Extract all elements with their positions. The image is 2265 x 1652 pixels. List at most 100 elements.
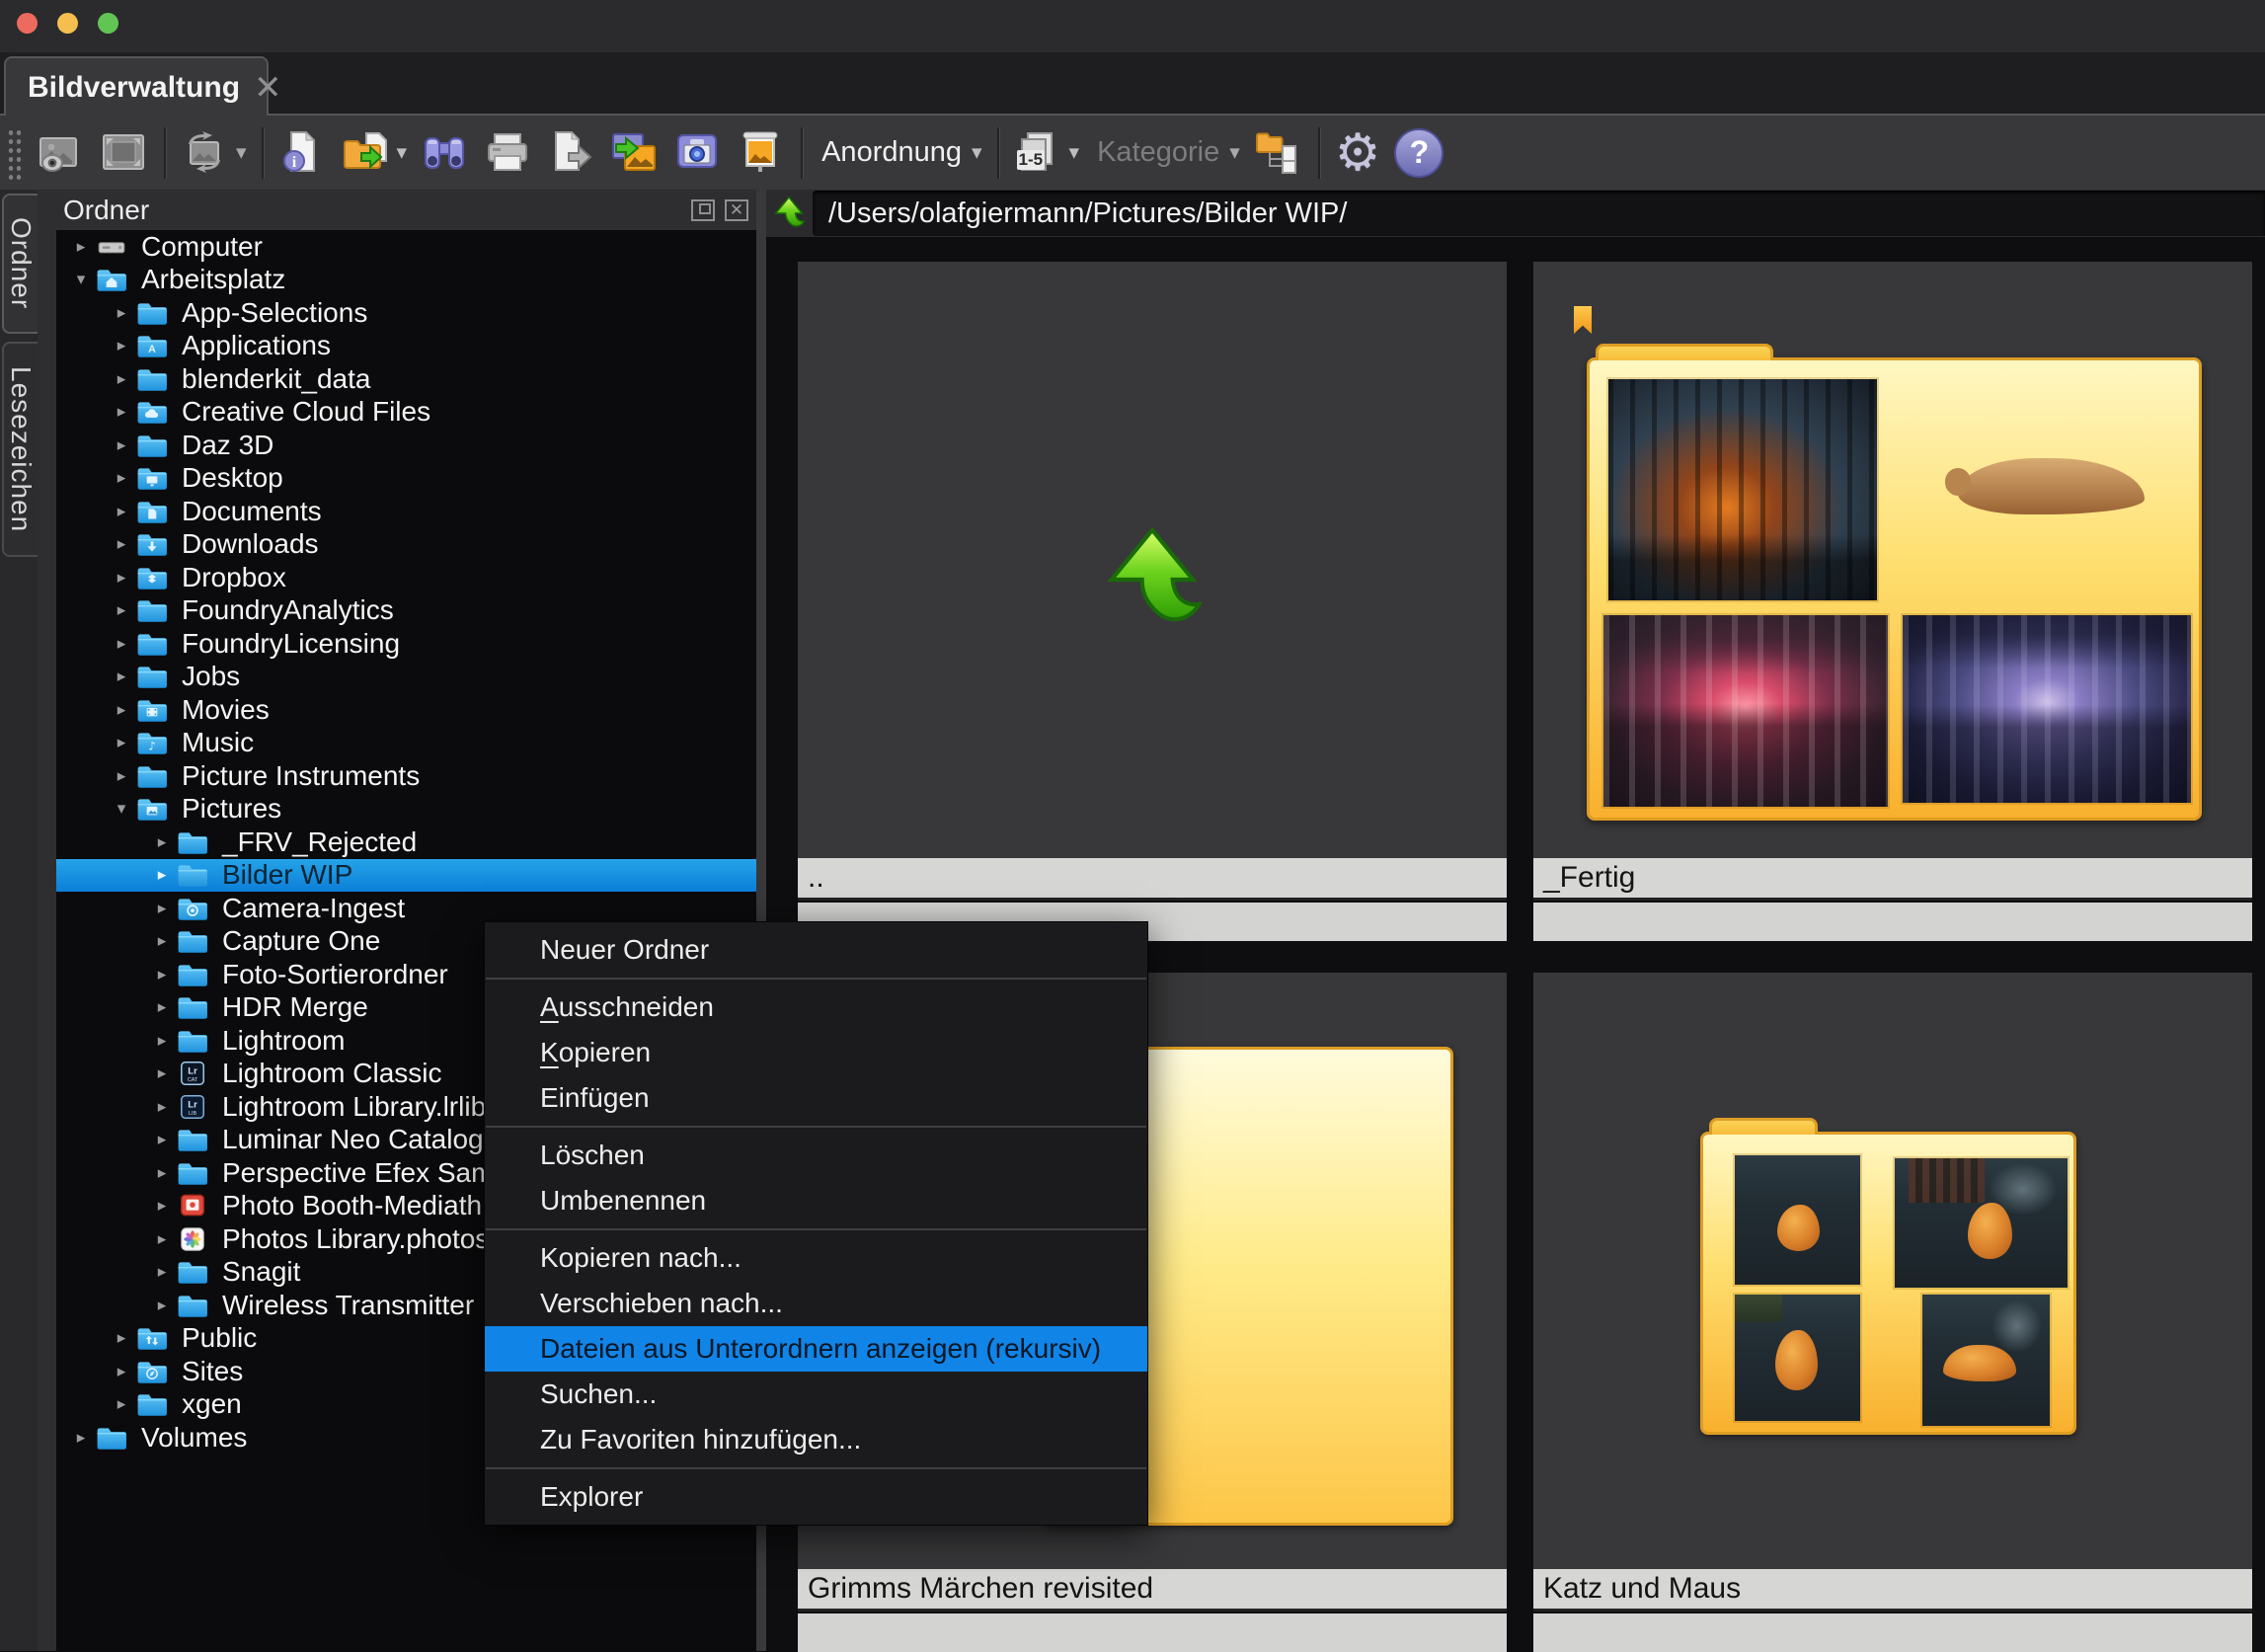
tree-item-computer[interactable]: ▸Computer: [56, 230, 756, 264]
tree-item-desktop[interactable]: ▸ Desktop: [56, 462, 756, 496]
parent-folder-thumb[interactable]: [798, 262, 1507, 858]
expand-arrow-icon[interactable]: ▸: [147, 1196, 177, 1216]
menu-item-löschen[interactable]: Löschen: [485, 1133, 1147, 1178]
expand-arrow-icon[interactable]: ▸: [107, 336, 136, 355]
panel-float-icon[interactable]: [691, 199, 715, 221]
folder-katz-thumb[interactable]: [1533, 973, 2252, 1569]
expand-arrow-icon[interactable]: ▸: [107, 435, 136, 455]
expand-arrow-icon[interactable]: ▸: [147, 865, 177, 885]
tree-item-documents[interactable]: ▸ Documents: [56, 495, 756, 528]
expand-arrow-icon[interactable]: ▸: [107, 303, 136, 323]
tab-close-icon[interactable]: ✕: [254, 71, 282, 105]
expand-arrow-icon[interactable]: ▸: [147, 1229, 177, 1249]
menu-item-kopieren[interactable]: Kopieren: [485, 1030, 1147, 1075]
expand-arrow-icon[interactable]: ▸: [147, 832, 177, 852]
expand-arrow-icon[interactable]: ▸: [107, 568, 136, 588]
menu-item-zu-favoriten-hinzufügen[interactable]: Zu Favoriten hinzufügen...: [485, 1417, 1147, 1462]
tab-bildverwaltung[interactable]: Bildverwaltung ✕: [4, 56, 269, 118]
open-folder-button[interactable]: ▾: [335, 122, 415, 184]
expand-arrow-icon[interactable]: ▸: [107, 534, 136, 554]
anordnung-dropdown[interactable]: Anordnung▾: [811, 122, 988, 184]
expand-arrow-icon[interactable]: ▸: [107, 600, 136, 620]
tree-item-bilder-wip[interactable]: ▸ Bilder WIP: [56, 859, 756, 893]
sidebar-tab-ordner[interactable]: Ordner: [2, 194, 38, 334]
expand-arrow-icon[interactable]: ▸: [147, 1031, 177, 1051]
expand-arrow-icon[interactable]: ▸: [147, 1063, 177, 1083]
sidebar-tab-lesezeichen[interactable]: Lesezeichen: [2, 342, 38, 557]
traffic-light-zoom[interactable]: [98, 13, 118, 34]
expand-arrow-icon[interactable]: ▸: [107, 733, 136, 752]
traffic-light-minimize[interactable]: [57, 13, 78, 34]
subfolder-files-button[interactable]: [1247, 122, 1310, 184]
camera-acquire-button[interactable]: [666, 122, 730, 184]
expand-arrow-icon[interactable]: ▸: [147, 1130, 177, 1149]
expand-arrow-icon[interactable]: ▸: [107, 1362, 136, 1381]
tree-item-downloads[interactable]: ▸ Downloads: [56, 528, 756, 562]
menu-item-dateien-aus-unterordnern-anzeigen-rekursiv[interactable]: Dateien aus Unterordnern anzeigen (rekur…: [485, 1326, 1147, 1372]
menu-item-kopieren-nach[interactable]: Kopieren nach...: [485, 1235, 1147, 1281]
tree-item--frv-rejected[interactable]: ▸ _FRV_Rejected: [56, 826, 756, 859]
tree-item-foundryanalytics[interactable]: ▸ FoundryAnalytics: [56, 594, 756, 628]
collapse-arrow-icon[interactable]: ▾: [66, 270, 96, 289]
tree-item-pictures[interactable]: ▾ Pictures: [56, 793, 756, 826]
tree-item-picture-instruments[interactable]: ▸ Picture Instruments: [56, 759, 756, 793]
export-file-button[interactable]: [540, 122, 603, 184]
expand-arrow-icon[interactable]: ▸: [147, 1097, 177, 1117]
menu-item-ausschneiden[interactable]: Ausschneiden: [485, 984, 1147, 1030]
traffic-light-close[interactable]: [17, 13, 38, 34]
fullscreen-button[interactable]: [93, 122, 156, 184]
expand-arrow-icon[interactable]: ▸: [107, 468, 136, 488]
go-up-button[interactable]: [769, 194, 809, 233]
expand-arrow-icon[interactable]: ▸: [107, 667, 136, 686]
tree-item-applications[interactable]: ▸ AApplications: [56, 330, 756, 363]
tree-item-daz-3d[interactable]: ▸ Daz 3D: [56, 429, 756, 462]
panel-close-icon[interactable]: ✕: [725, 199, 748, 221]
menu-item-suchen[interactable]: Suchen...: [485, 1372, 1147, 1417]
tree-item-dropbox[interactable]: ▸ Dropbox: [56, 561, 756, 594]
expand-arrow-icon[interactable]: ▸: [107, 766, 136, 786]
menu-item-verschieben-nach[interactable]: Verschieben nach...: [485, 1281, 1147, 1326]
expand-arrow-icon[interactable]: ▸: [107, 700, 136, 720]
folder-fertig-thumb[interactable]: [1533, 262, 2252, 858]
expand-arrow-icon[interactable]: ▸: [66, 237, 96, 257]
tree-item-app-selections[interactable]: ▸ App-Selections: [56, 296, 756, 330]
tile-folder-fertig[interactable]: _Fertig: [1533, 262, 2252, 941]
collapse-arrow-icon[interactable]: ▾: [107, 799, 136, 819]
kategorie-dropdown[interactable]: Kategorie▾: [1086, 122, 1247, 184]
tile-folder-katz-und-maus[interactable]: Katz und Maus: [1533, 973, 2252, 1651]
expand-arrow-icon[interactable]: ▸: [107, 502, 136, 521]
expand-arrow-icon[interactable]: ▸: [147, 965, 177, 984]
rating-filter-button[interactable]: 1-5▾: [1007, 122, 1087, 184]
expand-arrow-icon[interactable]: ▸: [107, 634, 136, 654]
expand-arrow-icon[interactable]: ▸: [107, 369, 136, 389]
rotate-convert-button[interactable]: ▾: [174, 122, 254, 184]
tree-item-blenderkit-data[interactable]: ▸ blenderkit_data: [56, 362, 756, 396]
tile-parent-folder[interactable]: ..: [798, 262, 1507, 941]
batch-convert-button[interactable]: [603, 122, 666, 184]
expand-arrow-icon[interactable]: ▸: [147, 1163, 177, 1183]
window-titlebar[interactable]: [0, 0, 2265, 52]
expand-arrow-icon[interactable]: ▸: [147, 997, 177, 1017]
view-image-button[interactable]: [30, 122, 93, 184]
menu-item-explorer[interactable]: Explorer: [485, 1474, 1147, 1520]
toolbar-drag-handle[interactable]: [6, 126, 22, 180]
settings-button[interactable]: ⚙: [1328, 122, 1388, 184]
tree-item-foundrylicensing[interactable]: ▸ FoundryLicensing: [56, 627, 756, 661]
menu-item-neuer-ordner[interactable]: Neuer Ordner: [485, 927, 1147, 973]
tree-item-jobs[interactable]: ▸ Jobs: [56, 661, 756, 694]
tree-item-music[interactable]: ▸ ♪Music: [56, 727, 756, 760]
file-info-button[interactable]: i: [272, 122, 335, 184]
expand-arrow-icon[interactable]: ▸: [107, 1394, 136, 1414]
slideshow-button[interactable]: [730, 122, 793, 184]
expand-arrow-icon[interactable]: ▸: [147, 1296, 177, 1315]
tree-item-camera-ingest[interactable]: ▸ Camera-Ingest: [56, 892, 756, 925]
search-button[interactable]: [414, 122, 477, 184]
expand-arrow-icon[interactable]: ▸: [107, 402, 136, 422]
tree-item-creative-cloud-files[interactable]: ▸ Creative Cloud Files: [56, 396, 756, 430]
tree-item-movies[interactable]: ▸ Movies: [56, 693, 756, 727]
expand-arrow-icon[interactable]: ▸: [147, 899, 177, 918]
help-button[interactable]: ?: [1387, 122, 1450, 184]
menu-item-umbenennen[interactable]: Umbenennen: [485, 1178, 1147, 1223]
expand-arrow-icon[interactable]: ▸: [66, 1428, 96, 1448]
tree-item-arbeitsplatz[interactable]: ▾ Arbeitsplatz: [56, 264, 756, 297]
